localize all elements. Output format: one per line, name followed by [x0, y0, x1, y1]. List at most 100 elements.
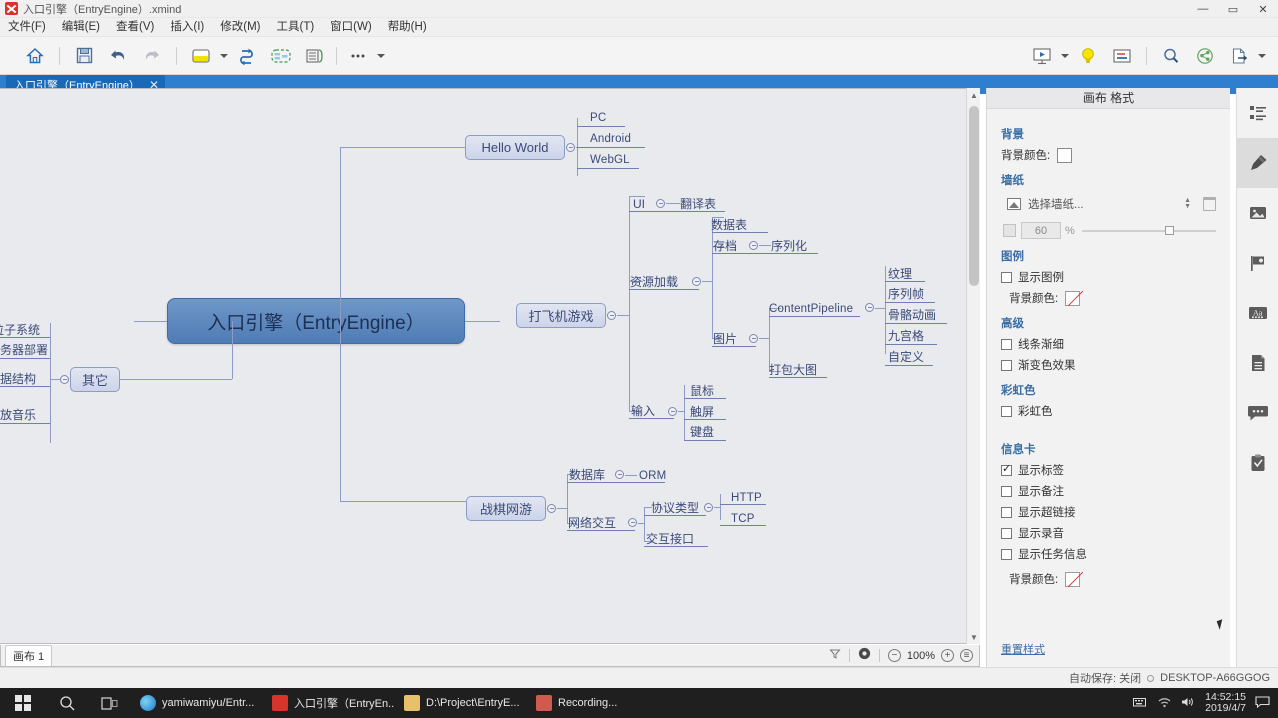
maximize-button[interactable]: ▭	[1218, 0, 1248, 18]
collapse-toggle-others[interactable]	[60, 375, 69, 384]
show-legend-checkbox[interactable]	[1001, 271, 1012, 283]
map-node-ui[interactable]: UI	[633, 197, 645, 211]
scroll-down-icon[interactable]: ▼	[967, 630, 981, 644]
collapse-toggle-airplane-game[interactable]	[607, 311, 616, 320]
boundary-icon[interactable]	[266, 41, 296, 71]
canvas-vscroll-thumb[interactable]	[969, 106, 979, 286]
collapse-toggle-network[interactable]	[628, 518, 637, 527]
map-node-server-deployment[interactable]: 服务器部署	[0, 343, 48, 357]
collapse-toggle-resource-loading[interactable]	[692, 277, 701, 286]
menu-help[interactable]: 帮助(H)	[380, 18, 435, 37]
opacity-slider-knob[interactable]	[1164, 225, 1174, 235]
map-node-tcp[interactable]: TCP	[731, 512, 755, 526]
map-node-network-interaction[interactable]: 网络交互	[568, 516, 616, 530]
map-node-texture[interactable]: 纹理	[888, 267, 912, 281]
zoom-in-button[interactable]: +	[941, 649, 954, 662]
map-node-sprite-sequence[interactable]: 序列帧	[888, 287, 924, 301]
action-center-icon[interactable]	[1255, 695, 1270, 711]
summary-icon[interactable]	[300, 41, 330, 71]
tray-volume-icon[interactable]	[1181, 696, 1196, 711]
more-icon[interactable]	[343, 41, 373, 71]
collapse-toggle-protocol-type[interactable]	[704, 503, 713, 512]
topic-dropdown-caret-icon[interactable]	[218, 43, 230, 69]
menu-view[interactable]: 查看(V)	[108, 18, 162, 37]
map-node-webgl[interactable]: WebGL	[590, 153, 630, 167]
show-task-info-checkbox[interactable]	[1001, 548, 1012, 560]
collapse-toggle-strategy-game[interactable]	[547, 504, 556, 513]
map-node-others[interactable]: 其它	[70, 367, 120, 392]
map-node-serialization[interactable]: 序列化	[771, 239, 807, 253]
scroll-up-icon[interactable]: ▲	[967, 88, 981, 102]
legend-color-swatch[interactable]	[1065, 290, 1081, 306]
rail-task-icon[interactable]	[1237, 438, 1278, 488]
collapse-toggle-archive[interactable]	[749, 241, 758, 250]
map-node-root[interactable]: 入口引擎（EntryEngine）	[167, 298, 465, 344]
show-labels-checkbox[interactable]	[1001, 463, 1012, 476]
gradient-effect-checkbox[interactable]	[1001, 359, 1012, 371]
map-node-archive[interactable]: 存档	[713, 239, 737, 253]
rainbow-row[interactable]: 彩虹色	[1001, 403, 1216, 419]
map-node-skeletal-animation[interactable]: 骨骼动画	[888, 308, 936, 322]
map-node-keyboard[interactable]: 键盘	[690, 425, 714, 439]
show-audio-checkbox[interactable]	[1001, 527, 1012, 539]
menu-window[interactable]: 窗口(W)	[322, 18, 380, 37]
infocard-notes-row[interactable]: 显示备注	[1001, 483, 1216, 499]
map-node-data-table[interactable]: 数据表	[711, 218, 747, 232]
menu-edit[interactable]: 编辑(E)	[54, 18, 108, 37]
infocard-audio-row[interactable]: 显示录音	[1001, 525, 1216, 541]
opacity-value-input[interactable]: 60	[1021, 222, 1061, 239]
map-node-airplane-game[interactable]: 打飞机游戏	[516, 303, 606, 328]
taper-line-checkbox[interactable]	[1001, 338, 1012, 350]
collapse-toggle-database[interactable]	[615, 470, 624, 479]
map-node-android[interactable]: Android	[590, 132, 631, 146]
eye-icon[interactable]	[858, 647, 871, 665]
taskbar-item-xmind[interactable]: 入口引擎（EntryEn...	[262, 688, 394, 718]
fit-icon[interactable]: ≡	[960, 649, 973, 662]
map-node-data-structure[interactable]: 数据结构	[0, 372, 36, 386]
map-node-resource-loading[interactable]: 资源加载	[630, 275, 678, 289]
tray-wifi-icon[interactable]	[1157, 696, 1172, 711]
brainstorm-icon[interactable]	[1073, 41, 1103, 71]
outline-icon[interactable]	[1107, 41, 1137, 71]
reset-style-link[interactable]: 重置样式	[1001, 641, 1045, 657]
rail-outline-icon[interactable]	[1237, 88, 1278, 138]
infocard-labels-row[interactable]: 显示标签	[1001, 462, 1216, 478]
map-node-http[interactable]: HTTP	[731, 491, 762, 505]
map-node-strategy-online-game[interactable]: 战棋网游	[466, 496, 546, 521]
collapse-toggle-ui[interactable]	[656, 199, 665, 208]
undo-icon[interactable]	[103, 41, 133, 71]
background-color-swatch[interactable]	[1057, 147, 1073, 163]
mindmap-canvas[interactable]: 入口引擎（EntryEngine） Hello World PC Android…	[0, 88, 980, 644]
map-node-input[interactable]: 输入	[631, 404, 655, 418]
map-node-image[interactable]: 图片	[713, 332, 737, 346]
collapse-toggle-image[interactable]	[749, 334, 758, 343]
map-node-content-pipeline[interactable]: ContentPipeline	[769, 302, 853, 316]
opacity-slider[interactable]	[1081, 224, 1216, 238]
show-hyperlink-checkbox[interactable]	[1001, 506, 1012, 518]
collapse-toggle-hello-world[interactable]	[566, 143, 575, 152]
search-icon[interactable]	[1156, 41, 1186, 71]
sheet-tab-canvas1[interactable]: 画布 1	[5, 645, 53, 666]
infocard-task-row[interactable]: 显示任务信息	[1001, 546, 1216, 562]
zoom-out-button[interactable]: −	[887, 649, 901, 662]
relationship-icon[interactable]	[232, 41, 262, 71]
map-node-translation-table[interactable]: 翻译表	[680, 197, 716, 211]
taskbar-item-recording[interactable]: Recording...	[526, 688, 627, 718]
rail-brush-icon[interactable]	[1237, 138, 1278, 188]
menu-modify[interactable]: 修改(M)	[212, 18, 268, 37]
infocard-color-swatch[interactable]	[1065, 571, 1081, 587]
home-icon[interactable]	[20, 41, 50, 71]
map-node-protocol-type[interactable]: 协议类型	[651, 501, 699, 515]
save-icon[interactable]	[69, 41, 99, 71]
presentation-icon[interactable]	[1027, 41, 1057, 71]
map-node-touchscreen[interactable]: 触屏	[690, 405, 714, 419]
trash-icon[interactable]	[1203, 197, 1216, 211]
map-node-atlas-packing[interactable]: 打包大图	[769, 363, 817, 377]
rail-marker-icon[interactable]	[1237, 238, 1278, 288]
start-button[interactable]	[0, 695, 46, 711]
wallpaper-chooser-row[interactable]: 选择墙纸... ▲ ▼	[1007, 196, 1216, 212]
rail-comment-icon[interactable]	[1237, 388, 1278, 438]
show-notes-checkbox[interactable]	[1001, 485, 1012, 497]
collapse-toggle-input[interactable]	[668, 407, 677, 416]
tray-keyboard-icon[interactable]	[1133, 696, 1148, 711]
